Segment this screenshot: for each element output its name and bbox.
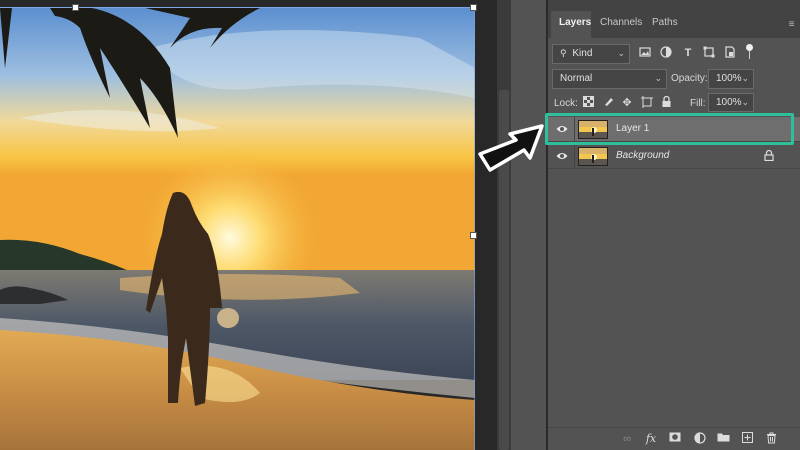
transform-handle-top-left[interactable] [72,4,79,11]
fill-label: Fill: [690,98,706,109]
lock-position-icon[interactable]: ✥ [620,96,634,110]
opacity-value: 100% [716,73,742,84]
opacity-field[interactable]: 100% ⌄ [708,69,754,89]
bounding-box-right-edge [474,7,475,450]
beach-sunset-photo[interactable] [0,8,475,450]
pixel-filter-icon[interactable] [638,46,652,60]
adjustment-layer-icon[interactable] [693,432,707,446]
panel-dock-gap [511,0,546,450]
fill-field[interactable]: 100% ⌄ [708,93,754,112]
lock-icon[interactable] [764,149,774,164]
lock-transparent-icon[interactable] [581,96,595,110]
lock-image-icon[interactable] [601,96,615,110]
canvas-vertical-scrollbar[interactable] [497,0,511,450]
lock-artboard-icon[interactable] [640,96,654,110]
tab-paths[interactable]: Paths [644,11,680,38]
link-layers-icon[interactable]: ∞ [620,432,634,446]
layer-row-background[interactable]: Background [548,144,800,169]
eye-visibility-icon[interactable] [556,150,568,162]
filter-toggle-stem [749,51,750,59]
new-group-icon[interactable] [716,432,730,446]
layers-panel: Layers Channels Paths ≡ ⚲ Kind ⌄ T Norma… [548,0,800,450]
filter-kind-label: Kind [572,48,593,59]
transform-handle-top-right[interactable] [470,4,477,11]
lock-label: Lock: [554,98,578,109]
blend-mode-dropdown[interactable]: Normal ⌄ [552,69,667,89]
opacity-label: Opacity: [671,73,708,84]
type-filter-icon[interactable]: T [681,46,695,60]
panel-tab-bar: Layers Channels Paths ≡ [548,0,800,38]
tab-channels[interactable]: Channels [592,11,642,38]
smart-object-filter-icon[interactable] [723,46,737,60]
add-mask-icon[interactable] [668,432,682,446]
chevron-down-icon: ⌄ [741,97,749,107]
pointer-arrow-icon [478,124,544,172]
shape-filter-icon[interactable] [702,46,716,60]
fx-icon[interactable]: fx [644,432,658,446]
search-icon: ⚲ [560,48,567,58]
adjustment-filter-icon[interactable] [659,46,673,60]
delete-icon[interactable] [764,432,778,446]
filter-kind-dropdown[interactable]: ⚲ Kind ⌄ [552,44,630,64]
chevron-down-icon: ⌄ [617,48,625,58]
layers-bottom-bar: ∞ fx [548,427,800,450]
layer-highlight-box [545,113,794,145]
blend-mode-value: Normal [560,73,593,84]
filter-toggle-icon[interactable] [746,44,753,51]
hamburger-menu-icon[interactable]: ≡ [787,20,796,30]
layer-name: Background [616,150,670,161]
document-canvas[interactable] [0,0,497,450]
tab-layers[interactable]: Layers [551,11,591,38]
fill-value: 100% [716,97,742,108]
layer-thumbnail [578,147,608,166]
chevron-down-icon: ⌄ [654,73,662,83]
chevron-down-icon: ⌄ [741,73,749,83]
transform-handle-middle-right[interactable] [470,232,477,239]
lock-all-icon[interactable] [659,95,673,110]
new-layer-icon[interactable] [740,432,754,446]
